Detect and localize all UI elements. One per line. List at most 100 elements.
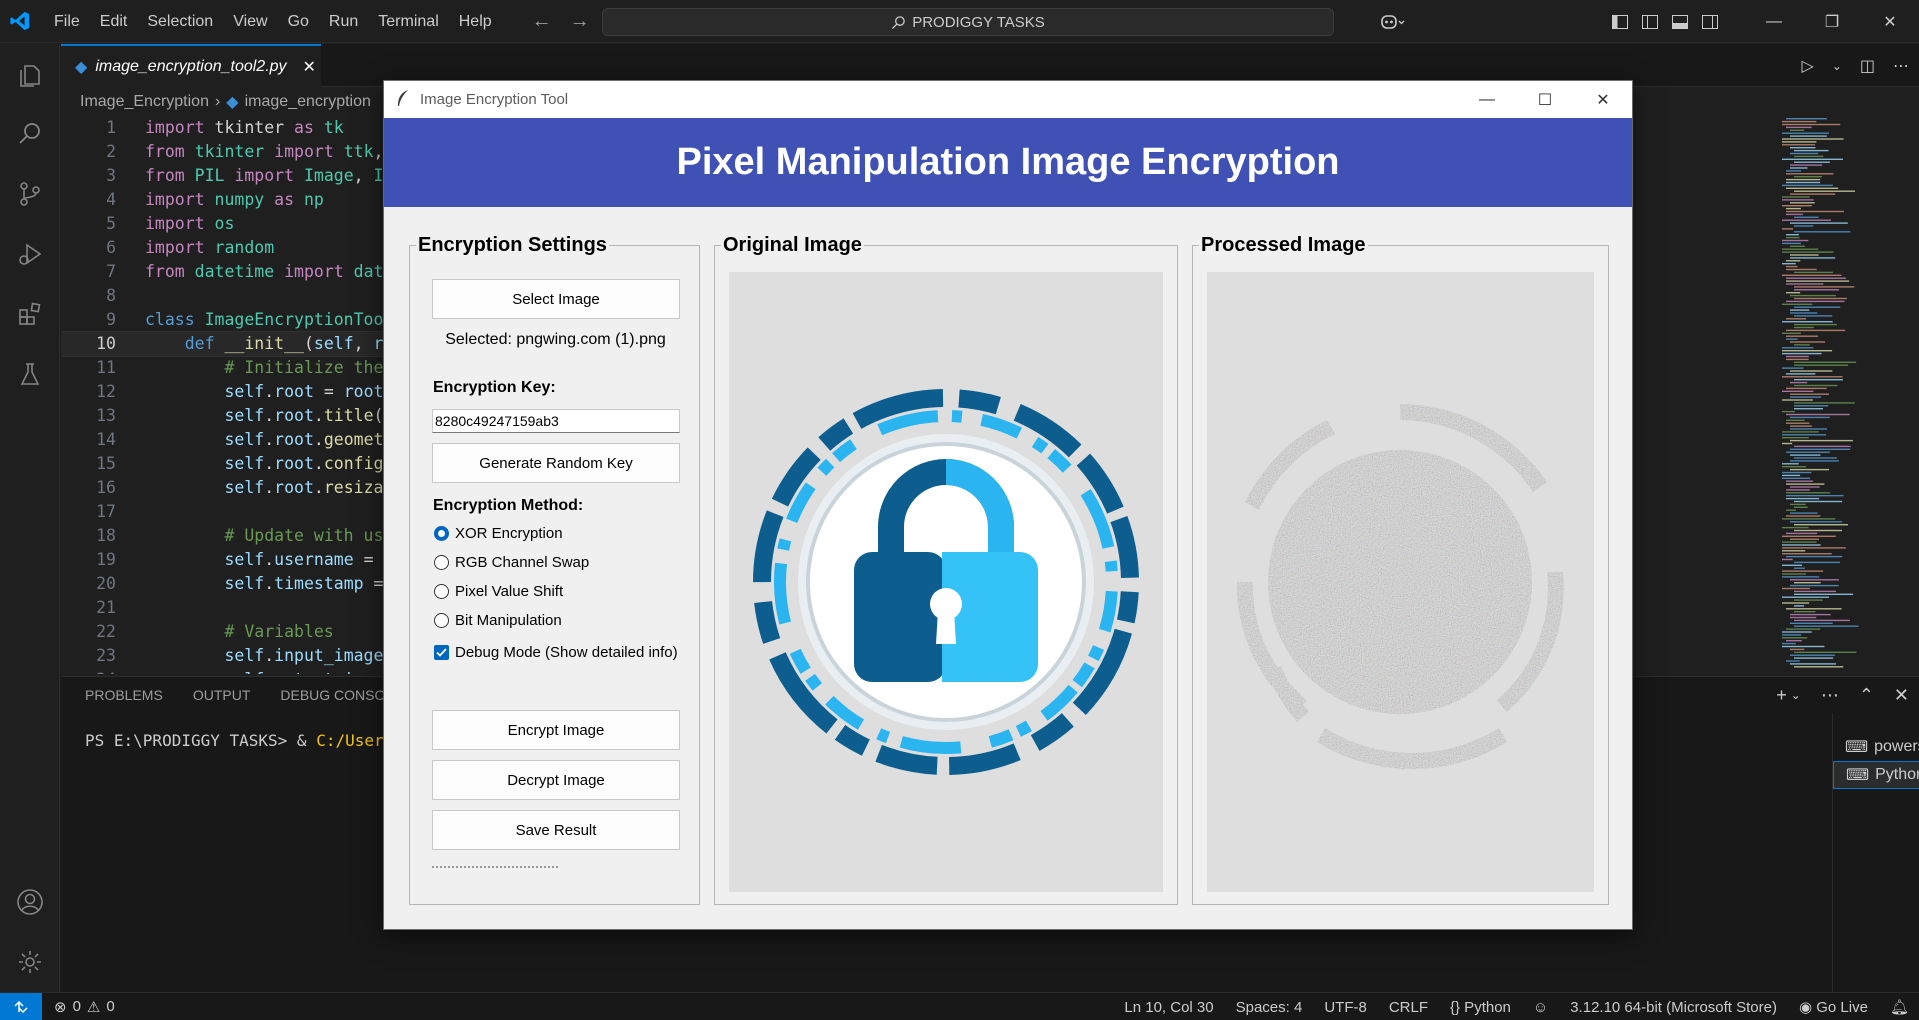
minimap[interactable] [1780,116,1890,676]
banner-title: Pixel Manipulation Image Encryption [676,141,1340,183]
settings-gear-icon[interactable] [0,932,60,992]
menu-go[interactable]: Go [278,0,319,43]
tk-title-bar: Image Encryption Tool — ☐ ✕ [384,81,1632,118]
save-result-button[interactable]: Save Result [432,810,680,850]
encryption-key-input[interactable]: 8280c49247159ab3 [432,409,680,433]
error-icon: ⊗ [54,998,67,1016]
cursor-position[interactable]: Ln 10, Col 30 [1124,999,1213,1016]
copilot-icon[interactable] [1369,7,1415,37]
original-image-frame: Original Image [714,234,1178,905]
radio-xor-encryption[interactable]: XOR Encryption [434,525,563,542]
close-icon[interactable]: ✕ [1861,0,1919,43]
close-panel-icon[interactable]: ✕ [1894,685,1909,706]
title-bar: File Edit Selection View Go Run Terminal… [0,0,1919,43]
processed-image-frame: Processed Image [1192,234,1609,905]
problems-status[interactable]: ⊗ 0 ⚠ 0 [54,998,115,1016]
radio-label: Bit Manipulation [455,612,562,629]
nav-arrows: ← → [532,10,590,33]
account-icon[interactable] [0,872,60,932]
radio-indicator [434,584,449,599]
terminal-icon: ⌨ [1846,767,1870,784]
warning-count: 0 [106,998,115,1015]
terminal-label: powershell [1874,738,1919,755]
menu-terminal[interactable]: Terminal [368,0,448,43]
forward-arrow-icon[interactable]: → [570,10,590,33]
maximize-panel-icon[interactable]: ⌃ [1859,685,1874,706]
toggle-sidebar-icon[interactable] [1635,7,1665,37]
explorer-icon[interactable] [0,44,60,104]
run-python-icon[interactable]: ▷ [1802,56,1814,76]
tab-problems[interactable]: PROBLEMS [85,687,163,703]
notifications-bell-icon[interactable]: 🔔︎ [1890,998,1909,1016]
selected-file-label: Selected: pngwing.com (1).png [445,331,666,348]
radio-bit-manipulation[interactable]: Bit Manipulation [434,612,562,629]
chevron-down-icon[interactable]: ⌄ [1791,688,1801,702]
testing-icon[interactable] [0,344,60,404]
toggle-secondary-sidebar-icon[interactable] [1695,7,1725,37]
toggle-panel-icon[interactable] [1665,7,1695,37]
python-interpreter[interactable]: 3.12.10 64-bit (Microsoft Store) [1570,999,1777,1016]
terminal-item-powershell[interactable]: ⌨ powershell [1833,733,1919,761]
extensions-icon[interactable] [0,284,60,344]
tab-close-icon[interactable]: ✕ [303,57,316,77]
select-image-button[interactable]: Select Image [432,279,680,319]
line-endings[interactable]: CRLF [1389,999,1428,1016]
new-terminal-icon[interactable]: + [1776,685,1787,706]
encrypt-image-button[interactable]: Encrypt Image [432,710,680,750]
breadcrumb-file[interactable]: image_encryption [245,93,371,111]
feather-icon [396,89,410,111]
remote-indicator-icon[interactable] [0,992,42,1020]
minimize-icon[interactable]: — [1745,0,1803,43]
back-arrow-icon[interactable]: ← [532,10,552,33]
terminal-output[interactable]: PS E:\PRODIGGY TASKS> & C:/Users/ [85,731,403,750]
close-icon[interactable]: ✕ [1574,81,1632,118]
original-image-label: Original Image [721,234,864,256]
menu-view[interactable]: View [223,0,277,43]
command-center-search[interactable]: PRODIGGY TASKS [602,8,1334,36]
go-live[interactable]: ◉ Go Live [1799,998,1868,1016]
original-image-canvas [729,272,1163,892]
tab-image-encryption-tool2[interactable]: ◆ image_encryption_tool2.py ✕ [61,44,321,87]
activity-bar [0,44,60,992]
status-bar: ⊗ 0 ⚠ 0 Ln 10, Col 30 Spaces: 4 UTF-8 CRLF… [0,992,1919,1020]
radio-indicator [434,613,449,628]
broadcast-icon: ◉ [1798,999,1817,1016]
checkbox-label: Debug Mode (Show detailed info) [455,644,678,661]
menu-run[interactable]: Run [319,0,368,43]
vscode-logo-icon [0,0,40,43]
error-count: 0 [72,998,81,1015]
source-control-icon[interactable] [0,164,60,224]
radio-pixel-value-shift[interactable]: Pixel Value Shift [434,583,563,600]
language-mode[interactable]: {} Python [1450,999,1511,1016]
radio-rgb-channel-swap[interactable]: RGB Channel Swap [434,554,589,571]
menu-selection[interactable]: Selection [137,0,223,43]
menu-help[interactable]: Help [449,0,502,43]
split-editor-icon[interactable]: ◫ [1860,56,1875,76]
menu-bar: File Edit Selection View Go Run Terminal… [44,0,502,43]
indentation[interactable]: Spaces: 4 [1236,999,1303,1016]
more-actions-icon[interactable]: ⋯ [1893,56,1909,76]
tab-output[interactable]: OUTPUT [193,687,251,703]
chevron-down-icon[interactable]: ⌄ [1832,59,1842,73]
layout-icon[interactable] [1605,7,1635,37]
maximize-icon[interactable]: ☐ [1516,81,1574,118]
terminal-label: Python [1875,766,1919,783]
terminal-item-python[interactable]: ⌨ Python [1833,761,1919,789]
minimize-icon[interactable]: — [1458,81,1516,118]
run-debug-icon[interactable] [0,224,60,284]
debug-mode-checkbox[interactable]: Debug Mode (Show detailed info) [434,644,678,661]
tab-label: image_encryption_tool2.py [95,57,287,75]
more-actions-icon[interactable]: ⋯ [1821,685,1839,706]
encryption-key-label: Encryption Key: [433,379,556,396]
radio-label: RGB Channel Swap [455,554,590,571]
search-icon[interactable] [0,104,60,164]
encoding[interactable]: UTF-8 [1324,999,1367,1016]
decrypt-image-button[interactable]: Decrypt Image [432,760,680,800]
copilot-status-icon[interactable]: ☺ [1533,999,1548,1016]
menu-edit[interactable]: Edit [90,0,138,43]
menu-file[interactable]: File [44,0,90,43]
breadcrumb-folder[interactable]: Image_Encryption [80,93,209,111]
generate-random-key-button[interactable]: Generate Random Key [432,443,680,483]
encryption-settings-frame: Encryption Settings Select Image Selecte… [409,234,700,905]
restore-icon[interactable]: ❐ [1803,0,1861,43]
